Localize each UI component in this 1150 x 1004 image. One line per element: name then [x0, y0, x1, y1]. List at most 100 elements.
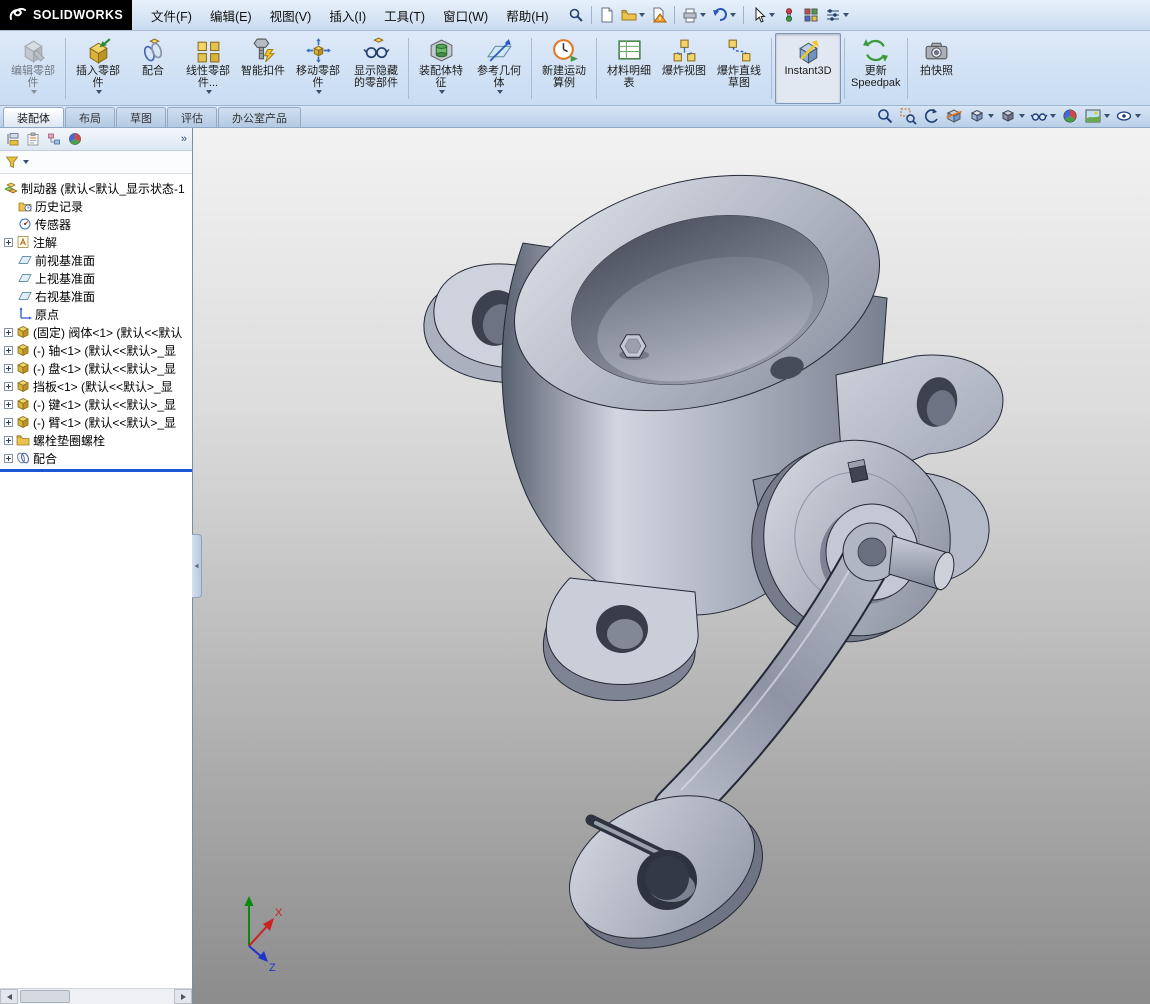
menu-tools[interactable]: 工具(T) — [375, 2, 434, 29]
ribbon-button-linear-component-pattern[interactable]: 线性零部件... — [179, 33, 237, 104]
ribbon-button-move-component[interactable]: 移动零部件 — [289, 33, 347, 104]
configurationmanager-tab-icon[interactable] — [47, 132, 61, 146]
select-button[interactable] — [749, 3, 777, 27]
edit-appearance-button[interactable] — [1060, 106, 1080, 125]
menu-help[interactable]: 帮助(H) — [497, 2, 557, 29]
dropdown-arrow-icon[interactable] — [23, 160, 29, 164]
tree-item-component-baffle[interactable]: 挡板<1> (默认<<默认>_显 — [0, 377, 192, 395]
featuremanager-tab-icon[interactable] — [5, 132, 19, 146]
ribbon-button-bill-of-materials[interactable]: 材料明细表 — [600, 33, 658, 104]
tree-item-component-disc[interactable]: (-) 盘<1> (默认<<默认>_显 — [0, 359, 192, 377]
menu-edit[interactable]: 编辑(E) — [201, 2, 261, 29]
ribbon-button-reference-geometry[interactable]: 参考几何体 — [470, 33, 528, 104]
filter-icon[interactable] — [5, 155, 19, 169]
tab-layout[interactable]: 布局 — [65, 107, 115, 127]
tree-item-label: 制动器 (默认<默认_显示状态-1 — [21, 180, 185, 197]
tree-item-fasteners-folder[interactable]: 螺栓垫圈螺栓 — [0, 431, 192, 449]
search-button[interactable] — [566, 3, 586, 27]
zoom-to-area-button[interactable] — [898, 106, 918, 125]
tree-item-component-arm[interactable]: (-) 臂<1> (默认<<默认>_显 — [0, 413, 192, 431]
ribbon-button-label: 线性零部件... — [182, 65, 234, 89]
menu-view[interactable]: 视图(V) — [261, 2, 321, 29]
undo-button[interactable] — [710, 3, 738, 27]
ribbon-button-assembly-features[interactable]: 装配体特征 — [412, 33, 470, 104]
tree-item-right-plane[interactable]: 右视基准面 — [0, 287, 192, 305]
view-settings-button[interactable] — [1114, 106, 1142, 125]
scrollbar-track[interactable] — [18, 989, 174, 1004]
tree-item-label: 上视基准面 — [35, 270, 95, 287]
quick-toolbar — [566, 3, 851, 27]
menu-window[interactable]: 窗口(W) — [434, 2, 497, 29]
ribbon-button-instant3d[interactable]: Instant3D — [775, 33, 841, 104]
ribbon-button-update-speedpak[interactable]: 更新 Speedpak — [848, 33, 904, 104]
menu-insert[interactable]: 插入(I) — [320, 2, 375, 29]
tab-office-products[interactable]: 办公室产品 — [218, 107, 301, 127]
propertymanager-tab-icon[interactable] — [26, 132, 40, 146]
tab-sketch[interactable]: 草图 — [116, 107, 166, 127]
graphics-area[interactable]: X Z — [193, 128, 1150, 1004]
expand-icon[interactable] — [4, 364, 13, 373]
view-orientation-button[interactable] — [967, 106, 995, 125]
ribbon-button-take-snapshot[interactable]: 拍快照 — [911, 33, 963, 104]
scroll-right-button[interactable] — [174, 989, 192, 1004]
expand-icon[interactable] — [4, 400, 13, 409]
previous-view-button[interactable] — [921, 106, 941, 125]
ribbon-button-new-motion-study[interactable]: 新建运动算例 — [535, 33, 593, 104]
rebuild-button[interactable] — [779, 3, 799, 27]
collapse-panel-button[interactable]: » — [181, 134, 187, 145]
expand-icon[interactable] — [4, 436, 13, 445]
options-button[interactable] — [823, 3, 851, 27]
tree-item-history[interactable]: 历史记录 — [0, 197, 192, 215]
expand-icon[interactable] — [4, 328, 13, 337]
tree-item-component-valve-body[interactable]: (固定) 阀体<1> (默认<<默认 — [0, 323, 192, 341]
tab-evaluate[interactable]: 评估 — [167, 107, 217, 127]
expand-icon[interactable] — [4, 346, 13, 355]
open-button[interactable] — [619, 3, 647, 27]
new-document-button[interactable] — [597, 3, 617, 27]
tree-item-front-plane[interactable]: 前视基准面 — [0, 251, 192, 269]
model-arm-ring[interactable] — [547, 768, 785, 976]
tree-horizontal-scrollbar[interactable] — [0, 988, 192, 1004]
menu-file[interactable]: 文件(F) — [142, 2, 201, 29]
ribbon-button-mate[interactable]: 配合 — [127, 33, 179, 104]
zoom-to-fit-button[interactable] — [875, 106, 895, 125]
panel-splitter-handle[interactable] — [192, 534, 202, 598]
rollback-bar[interactable] — [0, 469, 192, 472]
model-key[interactable] — [848, 460, 868, 483]
tree-item-sensors[interactable]: 传感器 — [0, 215, 192, 233]
expand-icon[interactable] — [4, 454, 13, 463]
expand-icon[interactable] — [4, 238, 13, 247]
section-view-button[interactable] — [944, 106, 964, 125]
ribbon-button-label: 爆炸直线草图 — [713, 65, 765, 89]
tree-item-annotations[interactable]: 注解 — [0, 233, 192, 251]
ribbon-button-edit-component[interactable]: 编辑零部件 — [4, 33, 62, 104]
display-style-button[interactable] — [998, 106, 1026, 125]
tree-item-origin[interactable]: 原点 — [0, 305, 192, 323]
tree-item-root[interactable]: 制动器 (默认<默认_显示状态-1 — [0, 179, 192, 197]
expand-icon[interactable] — [4, 418, 13, 427]
tab-assembly[interactable]: 装配体 — [3, 107, 64, 127]
model-bottom-ear[interactable] — [543, 578, 698, 700]
ribbon-button-explode-line-sketch[interactable]: 爆炸直线草图 — [710, 33, 768, 104]
expand-icon[interactable] — [4, 382, 13, 391]
tree-item-component-key[interactable]: (-) 键<1> (默认<<默认>_显 — [0, 395, 192, 413]
ribbon-button-smart-fasteners[interactable]: 智能扣件 — [237, 33, 289, 104]
plane-icon — [18, 253, 32, 267]
tree-item-mates[interactable]: 配合 — [0, 449, 192, 467]
ribbon-button-show-hidden-components[interactable]: 显示隐藏的零部件 — [347, 33, 405, 104]
displaymanager-tab-icon[interactable] — [68, 132, 82, 146]
hide-show-items-button[interactable] — [1029, 106, 1057, 125]
publish-button[interactable] — [649, 3, 669, 27]
apply-scene-button[interactable] — [1083, 106, 1111, 125]
tree-item-label: 注解 — [33, 234, 57, 251]
model-canvas[interactable] — [193, 128, 1150, 1004]
scroll-left-button[interactable] — [0, 989, 18, 1004]
tab-label: 办公室产品 — [232, 110, 287, 126]
tree-item-top-plane[interactable]: 上视基准面 — [0, 269, 192, 287]
tree-item-component-shaft[interactable]: (-) 轴<1> (默认<<默认>_显 — [0, 341, 192, 359]
ribbon-button-exploded-view[interactable]: 爆炸视图 — [658, 33, 710, 104]
ribbon-button-insert-component[interactable]: 插入零部件 — [69, 33, 127, 104]
print-button[interactable] — [680, 3, 708, 27]
color-swatch-button[interactable] — [801, 3, 821, 27]
scrollbar-thumb[interactable] — [20, 990, 70, 1003]
